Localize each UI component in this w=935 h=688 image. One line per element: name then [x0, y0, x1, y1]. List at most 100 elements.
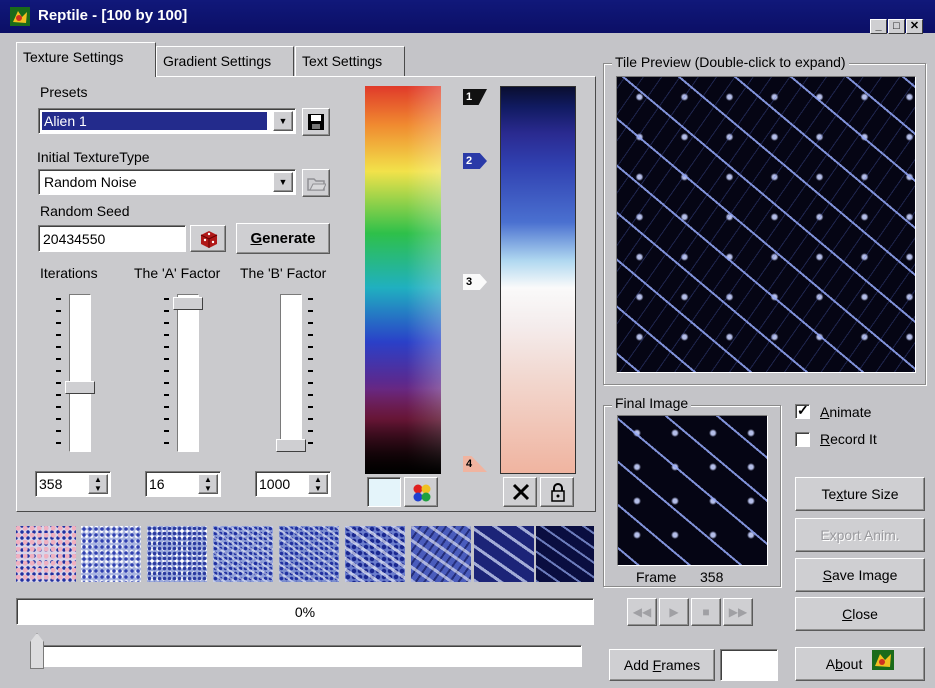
tile-preview-label: Tile Preview (Double-click to expand) — [612, 54, 849, 70]
tick-marks — [56, 298, 61, 448]
save-preset-button[interactable] — [302, 108, 330, 136]
marker-number: 4 — [466, 458, 473, 470]
texture-thumbnail[interactable] — [536, 526, 594, 582]
add-frames-button[interactable]: Add Frames — [609, 649, 715, 681]
b-factor-label: The 'B' Factor — [240, 265, 327, 281]
iterations-slider[interactable] — [69, 294, 91, 452]
a-factor-slider-thumb[interactable] — [173, 296, 203, 310]
stop-icon: ■ — [702, 605, 710, 619]
reptile-app-icon — [872, 649, 895, 681]
chevron-down-icon[interactable]: ▼ — [273, 111, 293, 131]
texture-thumbnail[interactable] — [411, 526, 471, 582]
b-factor-value: 1000 — [259, 476, 291, 492]
presets-value: Alien 1 — [42, 112, 267, 130]
palette-icon — [412, 483, 432, 506]
floppy-disk-icon — [308, 114, 324, 133]
play-button[interactable]: ▶ — [659, 598, 689, 626]
window-title: Reptile - [100 by 100] — [38, 7, 188, 24]
texture-type-dropdown[interactable]: Random Noise ▼ — [38, 169, 296, 195]
a-factor-value: 16 — [149, 476, 165, 492]
chevron-down-icon[interactable]: ▼ — [273, 172, 293, 192]
texture-thumbnail[interactable] — [213, 526, 273, 582]
animate-checkbox[interactable]: ✓ — [795, 402, 810, 419]
texture-thumbnail[interactable] — [81, 526, 141, 582]
delete-marker-button[interactable] — [503, 477, 537, 507]
marker-number: 2 — [466, 155, 473, 167]
texture-thumbnail[interactable] — [147, 526, 207, 582]
tab-gradient-settings[interactable]: Gradient Settings — [156, 46, 294, 76]
tile-preview-image[interactable] — [616, 76, 916, 373]
texture-type-value: Random Noise — [44, 174, 137, 190]
dice-icon — [199, 229, 219, 252]
open-texture-button[interactable] — [302, 169, 330, 197]
final-image-label: Final Image — [612, 395, 692, 411]
checkmark-icon: ✓ — [797, 402, 809, 418]
texture-thumbnail[interactable] — [474, 526, 534, 582]
tab-text-settings[interactable]: Text Settings — [295, 46, 405, 76]
about-button[interactable]: About — [795, 647, 925, 681]
spin-arrows-icon[interactable]: ▲ ▼ — [308, 474, 328, 494]
frame-slider-thumb[interactable] — [30, 633, 44, 669]
rewind-button[interactable]: ◀◀ — [627, 598, 657, 626]
fast-forward-icon: ▶▶ — [728, 605, 748, 619]
close-window-button[interactable]: ✕ — [906, 19, 923, 34]
title-bar: Reptile - [100 by 100] — [0, 0, 935, 33]
stop-button[interactable]: ■ — [691, 598, 721, 626]
lock-marker-button[interactable] — [540, 477, 574, 507]
texture-size-button[interactable]: Texture Size — [795, 477, 925, 511]
a-factor-spinbox[interactable]: 16 ▲ ▼ — [145, 471, 221, 497]
iterations-label: Iterations — [40, 265, 98, 281]
animate-label[interactable]: Animate — [820, 404, 871, 420]
rewind-icon: ◀◀ — [632, 605, 652, 619]
about-label: About — [825, 656, 863, 672]
reptile-app-icon[interactable] — [10, 7, 30, 26]
marker-number: 3 — [466, 276, 473, 288]
selected-color-swatch[interactable] — [367, 477, 401, 507]
record-it-checkbox[interactable] — [795, 432, 810, 447]
random-seed-input[interactable]: 20434550 — [38, 225, 186, 252]
spin-arrows-icon[interactable]: ▲ ▼ — [198, 474, 218, 494]
randomize-seed-button[interactable] — [190, 225, 226, 252]
b-factor-slider[interactable] — [280, 294, 302, 452]
play-icon: ▶ — [669, 605, 679, 619]
minimize-button[interactable]: _ — [870, 19, 887, 34]
spin-arrows-icon[interactable]: ▲ ▼ — [88, 474, 108, 494]
texture-thumbnail[interactable] — [279, 526, 339, 582]
save-image-button[interactable]: Save Image — [795, 558, 925, 592]
tick-marks — [308, 298, 313, 448]
frame-label: Frame — [636, 569, 677, 585]
export-anim-button[interactable]: Export Anim. — [795, 518, 925, 552]
b-factor-slider-thumb[interactable] — [276, 439, 306, 452]
final-image[interactable] — [617, 415, 768, 566]
iterations-spinbox[interactable]: 358 ▲ ▼ — [35, 471, 111, 497]
iterations-value: 358 — [39, 476, 63, 492]
texture-thumbnail[interactable] — [16, 526, 76, 582]
add-frames-label: Add Frames — [623, 657, 701, 673]
frame-number: 358 — [700, 569, 724, 585]
maximize-button[interactable]: □ — [888, 19, 905, 34]
random-seed-label: Random Seed — [40, 203, 130, 219]
progress-bar: 0% — [16, 598, 594, 625]
fast-forward-button[interactable]: ▶▶ — [723, 598, 753, 626]
presets-dropdown[interactable]: Alien 1 ▼ — [38, 108, 296, 134]
frame-slider-track[interactable] — [30, 645, 582, 667]
color-spectrum[interactable] — [365, 86, 441, 474]
marker-number: 1 — [466, 91, 473, 103]
progress-text: 0% — [294, 604, 316, 620]
tab-texture-settings[interactable]: Texture Settings — [16, 42, 156, 77]
palette-button[interactable] — [404, 477, 438, 507]
b-factor-spinbox[interactable]: 1000 ▲ ▼ — [255, 471, 331, 497]
a-factor-slider[interactable] — [177, 294, 199, 452]
padlock-icon — [550, 482, 566, 505]
tick-marks — [164, 298, 169, 448]
random-seed-value: 20434550 — [43, 231, 106, 247]
add-frames-count-input[interactable] — [720, 649, 778, 681]
iterations-slider-thumb[interactable] — [65, 381, 95, 394]
texture-type-label: Initial TextureType — [37, 149, 150, 165]
gradient-bar[interactable] — [500, 86, 576, 474]
record-it-label[interactable]: Record It — [820, 431, 877, 447]
generate-button[interactable]: Generate — [236, 223, 330, 254]
x-delete-icon — [512, 483, 530, 504]
close-button[interactable]: Close — [795, 597, 925, 631]
texture-thumbnail[interactable] — [345, 526, 405, 582]
